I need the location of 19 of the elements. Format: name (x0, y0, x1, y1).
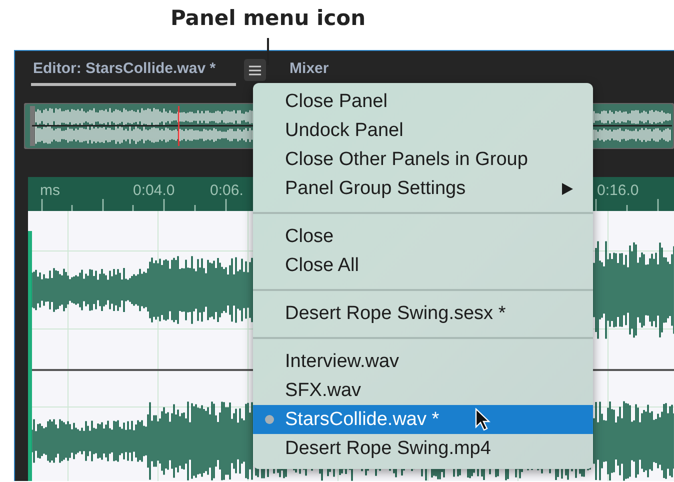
time-label: 0:06. (210, 182, 244, 199)
menu-icon[interactable] (244, 59, 266, 81)
menu-item[interactable]: Close Other Panels in Group (253, 145, 593, 174)
menu-item[interactable]: Desert Rope Swing.mp4 (253, 434, 593, 463)
time-label: ms (40, 182, 60, 199)
panel-tab[interactable]: Mixer (288, 54, 331, 86)
menu-item[interactable]: SFX.wav (253, 376, 593, 405)
menu-item[interactable]: StarsCollide.wav * (253, 405, 593, 434)
panel-tab[interactable]: Editor: StarsCollide.wav * (31, 54, 236, 86)
time-label: 0:16.0 (597, 182, 639, 199)
cursor-icon (475, 408, 491, 432)
callout-label: Panel menu icon (169, 6, 367, 30)
menu-item[interactable]: Desert Rope Swing.sesx * (253, 299, 593, 328)
menu-item[interactable]: Close All (253, 251, 593, 280)
menu-item[interactable]: Interview.wav (253, 347, 593, 376)
time-label: 0:04.0 (133, 182, 175, 199)
menu-item[interactable]: Panel Group Settings (253, 174, 593, 203)
menu-item[interactable]: Close Panel (253, 87, 593, 116)
menu-item[interactable]: Close (253, 222, 593, 251)
